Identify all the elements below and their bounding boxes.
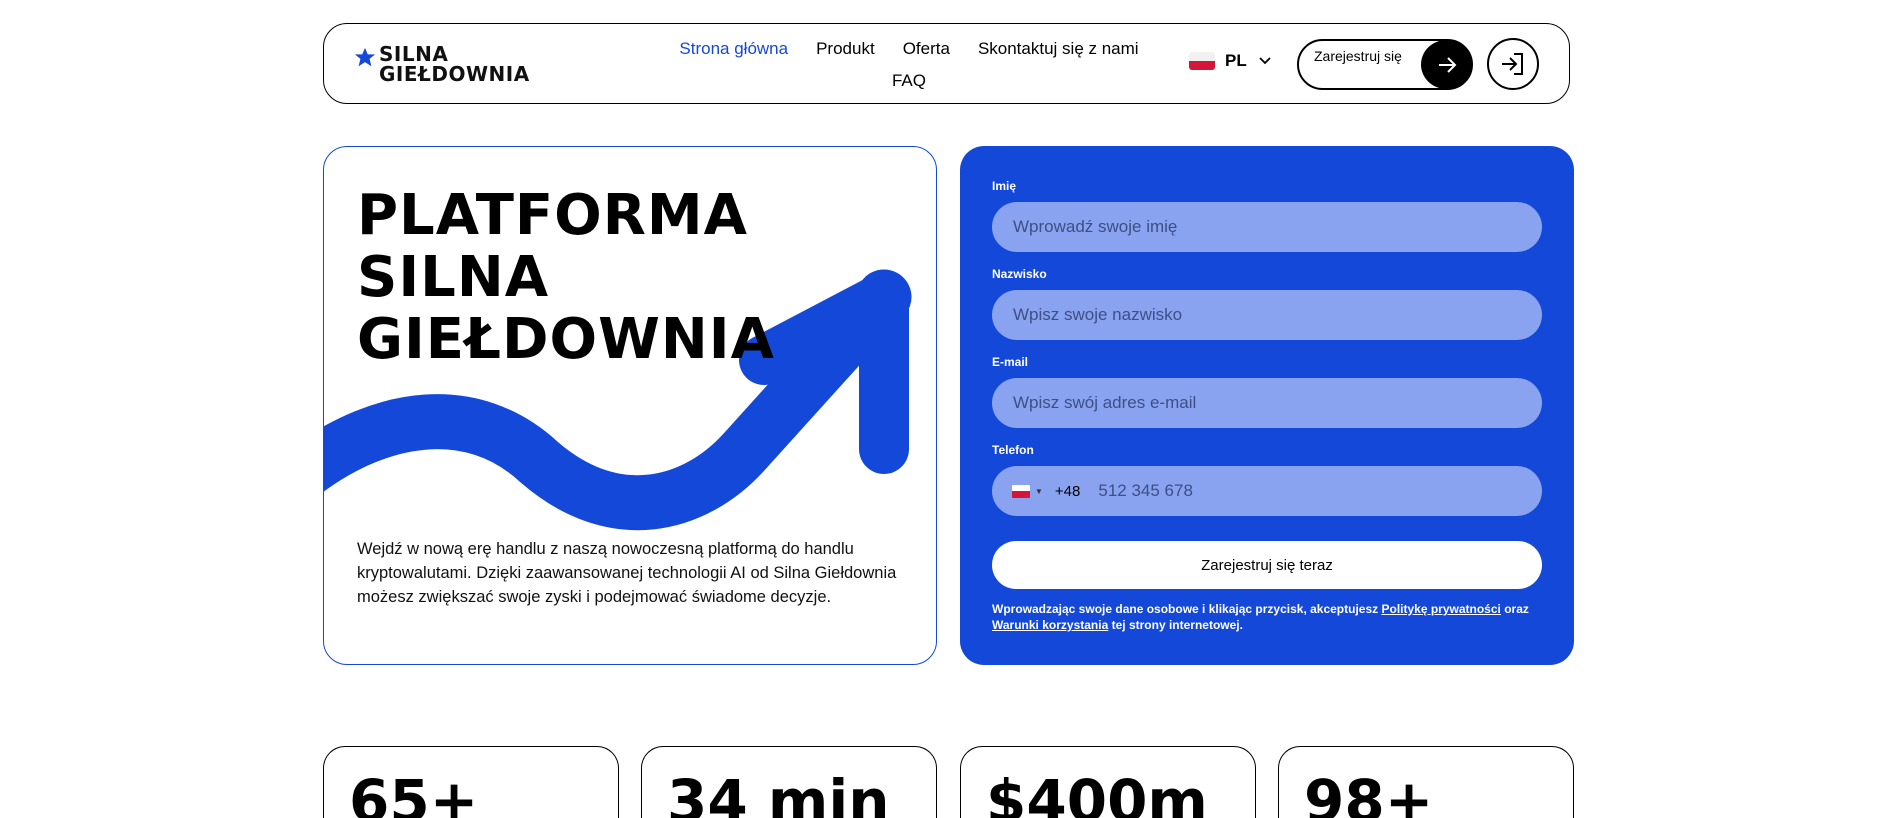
consent-prefix: Wprowadzając swoje dane osobowe i klikaj…: [992, 602, 1382, 616]
hero-title-line-1: PLATFORMA: [357, 183, 748, 248]
stat-card: 34 min: [641, 746, 937, 818]
stat-card: 65+: [323, 746, 619, 818]
email-field[interactable]: [992, 378, 1542, 428]
privacy-policy-link[interactable]: Politykę prywatności: [1381, 602, 1500, 616]
last-name-label: Nazwisko: [992, 267, 1047, 281]
phone-field-wrapper: ▼ +48: [992, 466, 1542, 516]
logo-line-1: SILNA: [379, 42, 449, 66]
terms-link[interactable]: Warunki korzystania: [992, 618, 1108, 632]
hero-description: Wejdź w nową erę handlu z naszą nowoczes…: [357, 540, 897, 606]
nav-item-faq[interactable]: FAQ: [892, 70, 926, 92]
phone-field[interactable]: [1098, 481, 1519, 501]
hero-card: PLATFORMA SILNA GIEŁDOWNIA Wejdź w nową …: [323, 146, 937, 665]
language-selector[interactable]: PL: [1189, 51, 1273, 71]
hero-title: PLATFORMA SILNA GIEŁDOWNIA: [357, 185, 775, 371]
logo-text: SILNA GIEŁDOWNIA: [379, 44, 530, 84]
hero-title-line-2: SILNA: [357, 245, 550, 310]
register-button[interactable]: Zarejestruj się: [1297, 39, 1473, 90]
arrow-right-icon: [1421, 40, 1472, 89]
login-button[interactable]: [1487, 38, 1539, 90]
nav-item-home[interactable]: Strona główna: [679, 38, 788, 60]
consent-text: Wprowadzając swoje dane osobowe i klikaj…: [992, 601, 1552, 633]
poland-flag-icon[interactable]: [1012, 484, 1030, 498]
stat-card: 98+: [1278, 746, 1574, 818]
phone-country-code: +48: [1054, 482, 1081, 500]
nav-item-offer[interactable]: Oferta: [903, 38, 950, 60]
main-nav: Strona główna Produkt Oferta Skontaktuj …: [654, 38, 1164, 92]
site-header: SILNA GIEŁDOWNIA Strona główna Produkt O…: [323, 23, 1570, 104]
hero-title-line-3: GIEŁDOWNIA: [357, 307, 775, 372]
last-name-field[interactable]: [992, 290, 1542, 340]
nav-item-product[interactable]: Produkt: [816, 38, 875, 60]
stat-value: 98+: [1304, 767, 1434, 818]
submit-button[interactable]: Zarejestruj się teraz: [992, 541, 1542, 589]
email-label: E-mail: [992, 355, 1029, 369]
register-button-label: Zarejestruj się: [1314, 48, 1402, 64]
stat-value: 65+: [349, 767, 479, 818]
stat-value: $400m: [986, 767, 1208, 818]
nav-item-contact[interactable]: Skontaktuj się z nami: [978, 38, 1139, 60]
phone-label: Telefon: [992, 443, 1034, 457]
stat-card: $400m: [960, 746, 1256, 818]
star-logo-icon: [354, 47, 376, 67]
login-icon: [1502, 53, 1523, 75]
logo[interactable]: SILNA GIEŁDOWNIA: [354, 44, 530, 84]
chevron-down-icon: [1259, 57, 1271, 65]
poland-flag-icon: [1189, 52, 1215, 70]
first-name-field[interactable]: [992, 202, 1542, 252]
logo-line-2: GIEŁDOWNIA: [379, 62, 530, 86]
caret-down-icon[interactable]: ▼: [1035, 487, 1043, 496]
first-name-label: Imię: [992, 179, 1017, 193]
consent-mid: oraz: [1500, 602, 1529, 616]
stat-value: 34 min: [667, 767, 890, 818]
language-code: PL: [1225, 51, 1247, 70]
consent-suffix: tej strony internetowej.: [1108, 618, 1243, 632]
registration-form: Imię Nazwisko E-mail Telefon ▼ +48 Zarej…: [960, 146, 1574, 665]
